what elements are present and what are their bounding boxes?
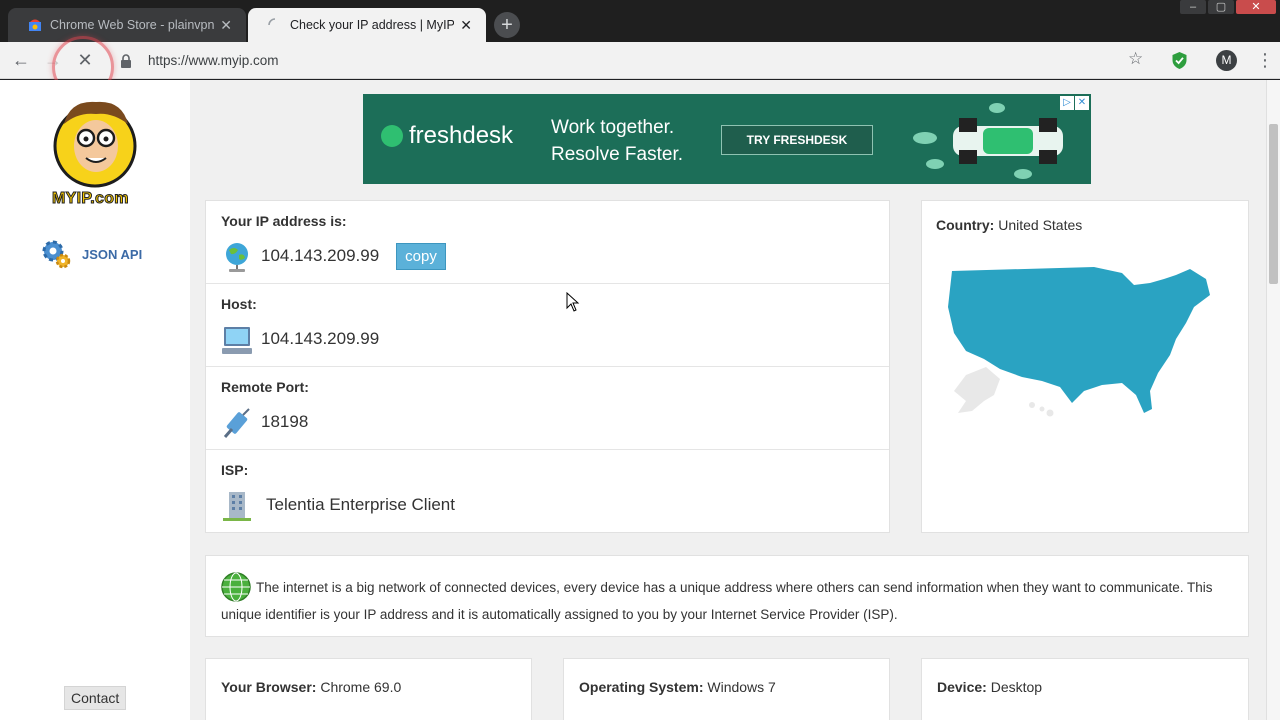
adchoices-icon[interactable]: ▷ [1060, 96, 1074, 110]
ad-choices[interactable]: ▷ ✕ [1060, 96, 1089, 110]
kebab-menu-icon[interactable]: ⋮ [1256, 49, 1274, 71]
gear-icon [42, 240, 71, 269]
browser-toolbar: ← → ✕ https://www.myip.com ☆ M ⋮ [0, 36, 1280, 98]
maximize-icon[interactable]: ▢ [1208, 0, 1234, 14]
json-api-label: JSON API [82, 246, 143, 262]
ad-tagline: Work together. Resolve Faster. [551, 114, 683, 168]
browser-card: Your Browser: Chrome 69.0 [205, 658, 532, 720]
ip-label: Your IP address is: [221, 213, 347, 229]
device-info: Device: Desktop [937, 679, 1042, 695]
os-card: Operating System: Windows 7 [563, 658, 890, 720]
bookmark-star-icon[interactable]: ☆ [1128, 49, 1143, 69]
json-api-link[interactable]: JSON API [40, 238, 142, 270]
address-bar[interactable]: https://www.myip.com [112, 46, 1152, 75]
ad-brand-text: freshdesk [409, 122, 514, 149]
scrollbar-thumb[interactable] [1269, 124, 1278, 284]
network-cable-icon [223, 408, 250, 438]
new-tab-button[interactable]: + [494, 12, 520, 38]
port-row: Remote Port: 18198 [206, 367, 889, 450]
browser-label: Your Browser: [221, 679, 317, 695]
os-value: Windows 7 [707, 679, 776, 695]
country-panel: Country: United States [921, 200, 1249, 533]
ip-value: 104.143.209.99 [261, 246, 380, 265]
stop-loading-icon[interactable]: ✕ [73, 48, 97, 72]
globe-pin-icon [226, 243, 248, 272]
port-value: 18198 [261, 412, 309, 431]
copy-button[interactable]: copy [396, 243, 446, 270]
device-label: Device: [937, 679, 987, 695]
tab-title: Check your IP address | MyIP.com [290, 18, 454, 32]
window-close-icon[interactable]: ✕ [1236, 0, 1276, 14]
tab-strip: Chrome Web Store - plainvpn ✕ Check your… [0, 0, 1280, 42]
back-arrow-icon[interactable]: ← [9, 48, 33, 72]
close-tab-icon[interactable]: ✕ [460, 17, 472, 34]
ad-tagline-line1: Work together. [551, 117, 675, 138]
os-label: Operating System: [579, 679, 704, 695]
ip-explanation-text: The internet is a big network of connect… [221, 580, 1213, 622]
host-value: 104.143.209.99 [261, 329, 380, 348]
tab-myip[interactable]: Check your IP address | MyIP.com ✕ [248, 8, 486, 42]
profile-avatar[interactable]: M [1216, 50, 1237, 71]
device-value: Desktop [990, 679, 1043, 695]
mouse-cursor-icon [566, 292, 580, 312]
country-value: United States [998, 217, 1083, 233]
tab-chrome-web-store[interactable]: Chrome Web Store - plainvpn ✕ [8, 8, 246, 42]
lock-icon [121, 53, 131, 68]
isp-value: Telentia Enterprise Client [266, 495, 455, 514]
us-map [948, 267, 1210, 417]
building-icon [223, 492, 251, 521]
vpn-shield-icon[interactable] [1171, 51, 1188, 70]
country-label: Country: [936, 217, 995, 233]
ad-cta-button[interactable]: TRY FRESHDESK [721, 125, 873, 155]
host-label: Host: [221, 296, 257, 312]
minimize-icon[interactable]: – [1180, 0, 1206, 14]
tab-title: Chrome Web Store - plainvpn [50, 18, 215, 32]
ad-brand: freshdesk [381, 122, 513, 150]
page-content: MYIP.com JSON API Contact freshdesk Work… [0, 80, 1280, 720]
sidebar: MYIP.com JSON API Contact [0, 80, 190, 720]
ip-details-panel: Your IP address is: 104.143.209.99 copy … [205, 200, 890, 533]
window-controls: – ▢ ✕ [1180, 0, 1276, 14]
isp-row: ISP: Telentia Enterprise Client [206, 450, 889, 533]
ip-explanation-box: The internet is a big network of connect… [205, 555, 1249, 637]
loading-spinner-icon [268, 18, 276, 26]
ad-close-icon[interactable]: ✕ [1075, 96, 1089, 110]
isp-label: ISP: [221, 462, 249, 478]
ad-tagline-line2: Resolve Faster. [551, 144, 683, 165]
page-scrollbar[interactable] [1266, 80, 1280, 720]
contact-button[interactable]: Contact [64, 686, 127, 710]
close-tab-icon[interactable]: ✕ [220, 17, 232, 34]
os-info: Operating System: Windows 7 [579, 679, 776, 695]
browser-value: Chrome 69.0 [320, 679, 402, 695]
chrome-web-store-icon [29, 19, 41, 31]
freshdesk-logo-icon [381, 125, 403, 147]
logo-text: MYIP.com [52, 190, 130, 208]
race-car-illustration [913, 103, 1063, 179]
forward-arrow-icon[interactable]: → [41, 48, 65, 72]
country-text: Country: United States [936, 217, 1082, 233]
computer-icon [222, 327, 252, 354]
browser-info: Your Browser: Chrome 69.0 [221, 679, 401, 695]
url-text: https://www.myip.com [148, 53, 279, 68]
ip-row: Your IP address is: 104.143.209.99 copy [206, 201, 889, 284]
host-row: Host: 104.143.209.99 [206, 284, 889, 367]
device-card: Device: Desktop [921, 658, 1249, 720]
freshdesk-ad-banner[interactable]: freshdesk Work together. Resolve Faster.… [363, 94, 1091, 184]
port-label: Remote Port: [221, 379, 309, 395]
